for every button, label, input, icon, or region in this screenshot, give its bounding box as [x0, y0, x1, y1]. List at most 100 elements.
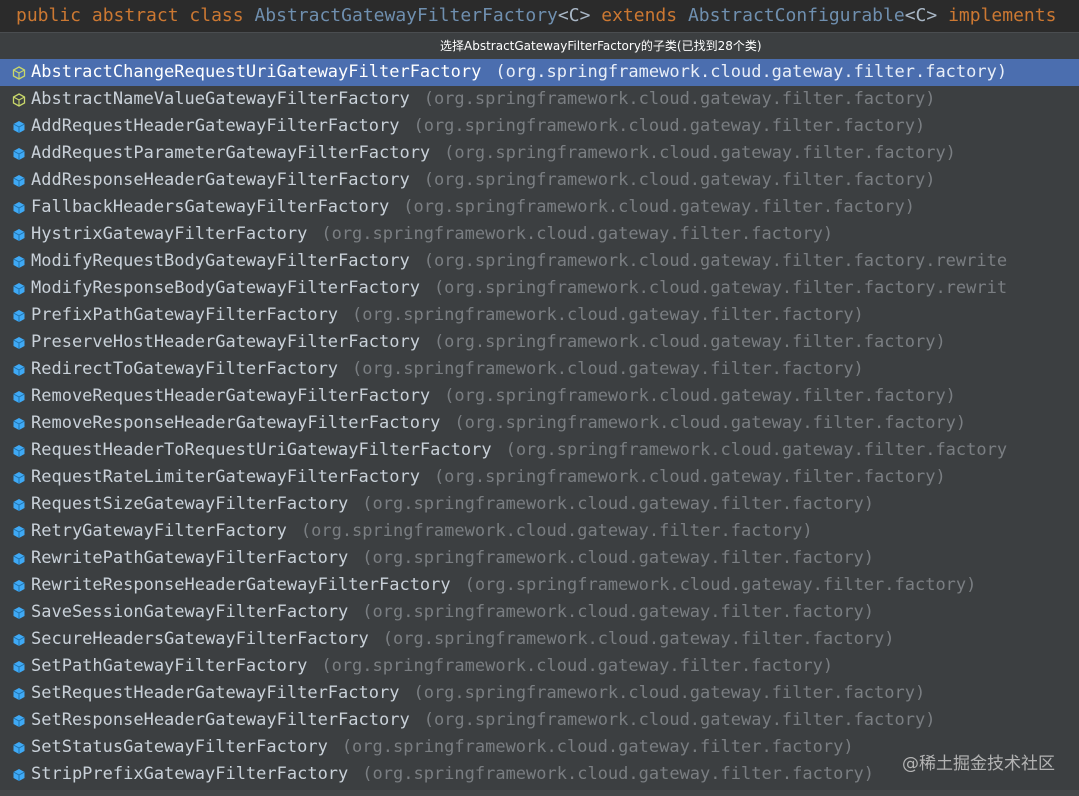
list-item[interactable]: ModifyResponseBodyGatewayFilterFactory (o… — [0, 275, 1079, 302]
superclass-name[interactable]: AbstractConfigurable — [688, 5, 905, 26]
class-icon — [13, 741, 25, 754]
package-label: (org.springframework.cloud.gateway.filte… — [403, 197, 915, 217]
class-name-label: SetStatusGatewayFilterFactory — [31, 737, 328, 757]
code-editor-line[interactable]: public abstract class AbstractGatewayFil… — [0, 0, 1079, 32]
package-label: (org.springframework.cloud.gateway.filte… — [362, 548, 875, 568]
class-icon — [13, 336, 25, 349]
package-label: (org.springframework.cloud.gateway.filte… — [300, 521, 813, 541]
package-label: (org.springframework.cloud.gateway.filte… — [423, 251, 1008, 271]
list-item[interactable]: SecureHeadersGatewayFilterFactory (org.sp… — [0, 626, 1079, 653]
watermark: @稀土掘金技术社区 — [902, 754, 1055, 774]
keyword-abstract: abstract — [91, 5, 179, 26]
list-item[interactable]: RemoveRequestHeaderGatewayFilterFactory (… — [0, 383, 1079, 410]
generic-param-2: <C> — [904, 5, 938, 26]
list-item[interactable]: RedirectToGatewayFilterFactory (org.sprin… — [0, 356, 1079, 383]
class-icon — [13, 606, 25, 619]
list-item[interactable]: RequestSizeGatewayFilterFactory (org.spri… — [0, 491, 1079, 518]
list-item[interactable]: PreserveHostHeaderGatewayFilterFactory (o… — [0, 329, 1079, 356]
package-label: (org.springframework.cloud.gateway.filte… — [321, 656, 834, 676]
keyword-implements: implements — [948, 5, 1057, 26]
list-item[interactable]: AddRequestHeaderGatewayFilterFactory (org… — [0, 113, 1079, 140]
package-label: (org.springframework.cloud.gateway.filte… — [341, 737, 854, 757]
package-label: (org.springframework.cloud.gateway.filte… — [413, 683, 926, 703]
list-item[interactable]: RewritePathGatewayFilterFactory (org.spri… — [0, 545, 1079, 572]
class-name-label: ModifyResponseBodyGatewayFilterFactory — [31, 278, 420, 298]
package-label: (org.springframework.cloud.gateway.filte… — [505, 440, 1008, 460]
subclass-chooser-popup[interactable]: 选择AbstractGatewayFilterFactory的子类(已找到28个… — [0, 32, 1079, 796]
list-item[interactable]: ModifyRequestBodyGatewayFilterFactory (or… — [0, 248, 1079, 275]
package-label: (org.springframework.cloud.gateway.filte… — [444, 143, 956, 163]
list-item[interactable]: RewriteResponseHeaderGatewayFilterFactor… — [0, 572, 1079, 599]
class-icon — [13, 768, 25, 781]
package-label: (org.springframework.cloud.gateway.filte… — [423, 89, 936, 109]
package-label: (org.springframework.cloud.gateway.filte… — [413, 116, 926, 136]
class-icon — [13, 498, 25, 511]
list-item[interactable]: RemoveResponseHeaderGatewayFilterFactory… — [0, 410, 1079, 437]
list-item[interactable]: SetRequestHeaderGatewayFilterFactory (org… — [0, 680, 1079, 707]
list-item[interactable]: SaveSessionGatewayFilterFactory (org.spri… — [0, 599, 1079, 626]
class-name-label: ModifyRequestBodyGatewayFilterFactory — [31, 251, 410, 271]
class-name-label: AddResponseHeaderGatewayFilterFactory — [31, 170, 410, 190]
subclass-list[interactable]: AbstractChangeRequestUriGatewayFilterFac… — [0, 59, 1079, 788]
list-item[interactable]: AbstractChangeRequestUriGatewayFilterFac… — [0, 59, 1079, 86]
list-item[interactable]: RetryGatewayFilterFactory (org.springfram… — [0, 518, 1079, 545]
package-label: (org.springframework.cloud.gateway.filte… — [352, 359, 864, 379]
class-name-label: SetRequestHeaderGatewayFilterFactory — [31, 683, 400, 703]
class-name-label: SetResponseHeaderGatewayFilterFactory — [31, 710, 410, 730]
list-item[interactable]: SetResponseHeaderGatewayFilterFactory (or… — [0, 707, 1079, 734]
package-label: (org.springframework.cloud.gateway.filte… — [423, 710, 936, 730]
class-icon — [13, 714, 25, 727]
list-item[interactable]: SetPathGatewayFilterFactory (org.springfr… — [0, 653, 1079, 680]
keyword-extends: extends — [601, 5, 678, 26]
class-name-label: RequestRateLimiterGatewayFilterFactory — [31, 467, 420, 487]
package-label: (org.springframework.cloud.gateway.filte… — [382, 629, 895, 649]
class-name-label: RetryGatewayFilterFactory — [31, 521, 287, 541]
class-icon — [13, 228, 25, 241]
class-icon — [13, 471, 25, 484]
list-item[interactable]: RequestHeaderToRequestUriGatewayFilterFa… — [0, 437, 1079, 464]
list-item[interactable]: AbstractNameValueGatewayFilterFactory (or… — [0, 86, 1079, 113]
list-item[interactable]: RequestRateLimiterGatewayFilterFactory (o… — [0, 464, 1079, 491]
class-name-label: RewriteResponseHeaderGatewayFilterFactor… — [31, 575, 451, 595]
class-icon — [13, 687, 25, 700]
abstract-class-icon — [12, 65, 26, 80]
class-icon — [13, 282, 25, 295]
class-icon — [13, 309, 25, 322]
list-item[interactable]: FallbackHeadersGatewayFilterFactory (org.… — [0, 194, 1079, 221]
class-icon — [13, 633, 25, 646]
class-name-label: RewritePathGatewayFilterFactory — [31, 548, 349, 568]
list-item[interactable]: AddRequestParameterGatewayFilterFactory (… — [0, 140, 1079, 167]
list-item[interactable]: HystrixGatewayFilterFactory (org.springfr… — [0, 221, 1079, 248]
class-icon — [13, 417, 25, 430]
class-icon — [13, 255, 25, 268]
class-icon — [13, 390, 25, 403]
class-name-label: RedirectToGatewayFilterFactory — [31, 359, 339, 379]
class-icon — [13, 579, 25, 592]
package-label: (org.springframework.cloud.gateway.filte… — [362, 602, 875, 622]
class-name-label: StripPrefixGatewayFilterFactory — [31, 764, 349, 784]
keyword-public: public — [16, 5, 82, 26]
class-icon — [13, 444, 25, 457]
package-label: (org.springframework.cloud.gateway.filte… — [464, 575, 977, 595]
class-name-label: RemoveResponseHeaderGatewayFilterFactory — [31, 413, 441, 433]
package-label: (org.springframework.cloud.gateway.filte… — [362, 494, 875, 514]
package-label: (org.springframework.cloud.gateway.filte… — [423, 170, 936, 190]
class-name-label: RemoveRequestHeaderGatewayFilterFactory — [31, 386, 431, 406]
package-label: (org.springframework.cloud.gateway.filte… — [352, 305, 864, 325]
class-name-label: SaveSessionGatewayFilterFactory — [31, 602, 349, 622]
class-name-label: AbstractNameValueGatewayFilterFactory — [31, 89, 410, 109]
package-label: (org.springframework.cloud.gateway.filte… — [444, 386, 956, 406]
list-item[interactable]: PrefixPathGatewayFilterFactory (org.sprin… — [0, 302, 1079, 329]
package-label: (org.springframework.cloud.gateway.filte… — [433, 467, 946, 487]
package-label: (org.springframework.cloud.gateway.filte… — [362, 764, 875, 784]
class-name-label: PrefixPathGatewayFilterFactory — [31, 305, 339, 325]
class-icon — [13, 363, 25, 376]
list-item[interactable]: AddResponseHeaderGatewayFilterFactory (or… — [0, 167, 1079, 194]
class-name-label: RequestHeaderToRequestUriGatewayFilterFa… — [31, 440, 492, 460]
class-name[interactable]: AbstractGatewayFilterFactory — [254, 5, 557, 26]
class-icon — [13, 147, 25, 160]
class-name-label: AbstractChangeRequestUriGatewayFilterFac… — [31, 62, 482, 82]
package-label: (org.springframework.cloud.gateway.filte… — [321, 224, 834, 244]
class-name-label: SetPathGatewayFilterFactory — [31, 656, 308, 676]
class-name-label: HystrixGatewayFilterFactory — [31, 224, 308, 244]
